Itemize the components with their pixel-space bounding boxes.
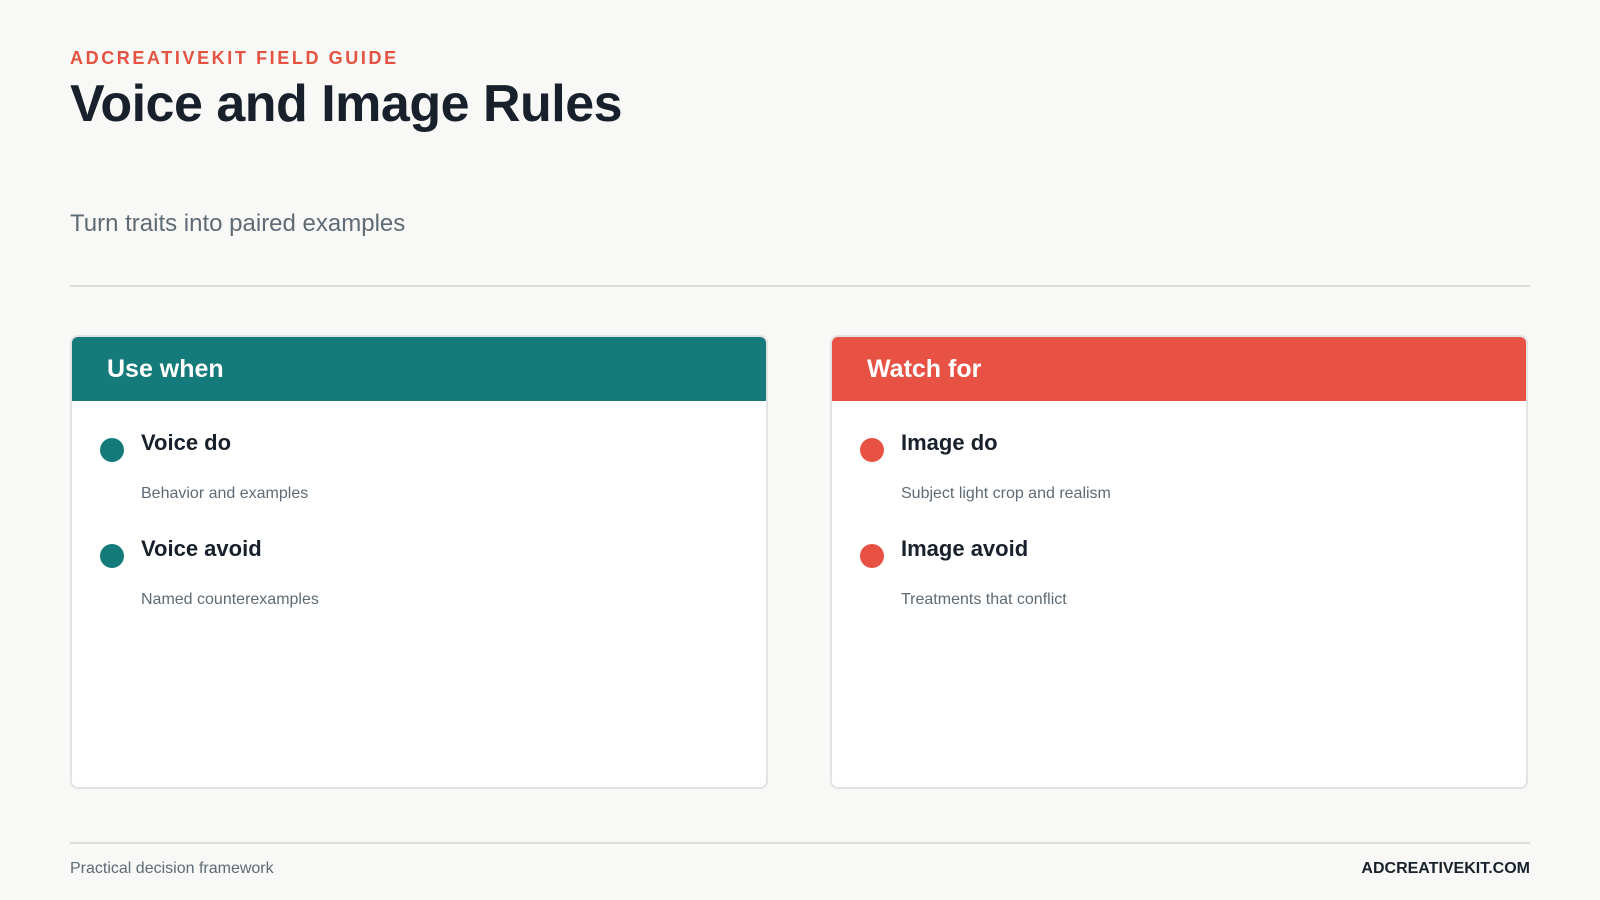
bullet-dot-icon [100, 438, 124, 462]
item-description: Named counterexamples [141, 591, 319, 608]
bullet-dot-icon [100, 544, 124, 568]
list-item-image-avoid: Image avoid Treatments that conflict [832, 535, 1526, 641]
bottom-divider [70, 842, 1530, 844]
list-item-image-do: Image do Subject light crop and realism [832, 429, 1526, 535]
item-title: Image do [901, 430, 998, 455]
list-item-voice-avoid: Voice avoid Named counterexamples [72, 535, 766, 641]
eyebrow-label: ADCREATIVEKIT FIELD GUIDE [70, 48, 399, 68]
item-title: Voice do [141, 430, 232, 455]
item-title: Voice avoid [141, 536, 262, 561]
top-divider [70, 285, 1530, 287]
watch-for-header: Watch for [832, 337, 1526, 401]
page-title: Voice and Image Rules [70, 75, 623, 133]
item-description: Subject light crop and realism [901, 485, 1111, 502]
watch-for-list: Image do Subject light crop and realism … [832, 401, 1526, 641]
bullet-dot-icon [860, 544, 884, 568]
use-when-header: Use when [72, 337, 766, 401]
watch-for-panel: Watch for Image do Subject light crop an… [830, 335, 1528, 789]
item-description: Treatments that conflict [901, 591, 1067, 608]
page-subtitle: Turn traits into paired examples [70, 210, 406, 237]
item-description: Behavior and examples [141, 485, 309, 502]
slide: ADCREATIVEKIT FIELD GUIDE Voice and Imag… [70, 0, 1530, 900]
footer-caption: Practical decision framework [70, 860, 274, 877]
use-when-panel: Use when Voice do Behavior and examples … [70, 335, 768, 789]
item-title: Image avoid [901, 536, 1029, 561]
footer-domain: ADCREATIVEKIT.COM [1361, 860, 1530, 877]
list-item-voice-do: Voice do Behavior and examples [72, 429, 766, 535]
bullet-dot-icon [860, 438, 884, 462]
use-when-list: Voice do Behavior and examples Voice avo… [72, 401, 766, 641]
